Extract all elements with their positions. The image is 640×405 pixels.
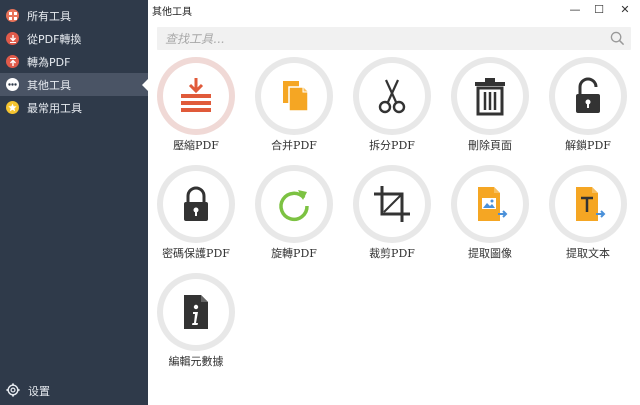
settings-button[interactable]: 设置 — [0, 379, 148, 401]
minimize-button[interactable]: — — [568, 2, 582, 16]
tool-circle-inner — [163, 171, 229, 237]
sidebar-item-label: 其他工具 — [27, 79, 71, 92]
settings-label: 设置 — [28, 385, 50, 398]
tool-delete-pages[interactable]: 刪除頁面 — [445, 57, 535, 157]
tool-circle-inner — [555, 63, 621, 129]
tool-label: 合并PDF — [271, 139, 317, 152]
sidebar-item-to-pdf[interactable]: 轉為PDF — [0, 50, 148, 73]
extract-text-icon — [576, 187, 606, 221]
tool-label: 壓縮PDF — [173, 139, 219, 152]
upload-icon — [6, 55, 19, 68]
sidebar-item-label: 轉為PDF — [27, 56, 71, 69]
grid-icon — [6, 9, 19, 22]
search-bar — [157, 27, 631, 50]
tool-circle-inner — [359, 171, 425, 237]
sidebar-item-label: 從PDF轉換 — [27, 33, 82, 46]
tool-merge-pdf[interactable]: 合并PDF — [249, 57, 339, 157]
trash-icon — [475, 78, 505, 116]
tool-circle-inner — [261, 171, 327, 237]
tool-label: 旋轉PDF — [271, 247, 317, 260]
tool-split-pdf[interactable]: 拆分PDF — [347, 57, 437, 157]
gear-icon — [6, 383, 20, 397]
title-bar: 其他工具 — ☐ ✕ — [148, 0, 640, 19]
sidebar-item-frequent-tools[interactable]: 最常用工具 — [0, 96, 148, 119]
window-title: 其他工具 — [152, 7, 192, 18]
tool-circle — [157, 273, 235, 351]
tool-extract-images[interactable]: 提取圖像 — [445, 165, 535, 265]
tool-unlock-pdf[interactable]: 解鎖PDF — [543, 57, 633, 157]
lock-icon — [184, 186, 208, 221]
tool-extract-text[interactable]: 提取文本 — [543, 165, 633, 265]
tool-circle — [353, 57, 431, 135]
search-input[interactable] — [165, 29, 595, 48]
tool-crop-pdf[interactable]: 裁剪PDF — [347, 165, 437, 265]
tool-circle — [157, 57, 235, 135]
sidebar-item-from-pdf[interactable]: 從PDF轉換 — [0, 27, 148, 50]
merge-icon — [283, 81, 309, 112]
unlock-icon — [576, 77, 600, 113]
tool-circle-inner — [261, 63, 327, 129]
tool-circle — [549, 165, 627, 243]
tool-label: 拆分PDF — [369, 139, 415, 152]
tool-label: 解鎖PDF — [565, 139, 611, 152]
metadata-icon — [184, 295, 208, 329]
maximize-button[interactable]: ☐ — [592, 2, 606, 16]
tool-compress-pdf[interactable]: 壓縮PDF — [151, 57, 241, 157]
close-button[interactable]: ✕ — [618, 2, 632, 16]
tool-circle — [255, 165, 333, 243]
tool-password-protect-pdf[interactable]: 密碼保護PDF — [151, 165, 241, 265]
crop-icon — [374, 186, 410, 222]
search-icon[interactable] — [610, 31, 625, 46]
main-panel: 其他工具 — ☐ ✕ 壓縮PDF — [148, 0, 640, 405]
tool-label: 編輯元數據 — [168, 355, 224, 368]
sidebar-item-all-tools[interactable]: 所有工具 — [0, 4, 148, 27]
tool-circle — [549, 57, 627, 135]
tool-circle — [255, 57, 333, 135]
sidebar-item-label: 所有工具 — [27, 10, 71, 23]
tool-circle-inner — [163, 279, 229, 345]
tool-edit-metadata[interactable]: 編輯元數據 — [151, 273, 241, 373]
tool-rotate-pdf[interactable]: 旋轉PDF — [249, 165, 339, 265]
download-icon — [6, 32, 19, 45]
more-icon — [6, 78, 19, 91]
tool-label: 提取圖像 — [468, 247, 512, 260]
tool-label: 提取文本 — [566, 247, 610, 260]
star-icon — [6, 101, 19, 114]
extract-image-icon — [478, 187, 508, 221]
tool-circle — [353, 165, 431, 243]
tool-circle — [451, 165, 529, 243]
tool-circle-inner — [457, 171, 523, 237]
tool-circle-inner — [555, 171, 621, 237]
compress-icon — [181, 78, 211, 112]
tool-label: 刪除頁面 — [468, 139, 512, 152]
tool-circle — [451, 57, 529, 135]
tool-circle-inner — [359, 63, 425, 129]
sidebar-item-other-tools[interactable]: 其他工具 — [0, 73, 148, 96]
tool-circle-inner — [457, 63, 523, 129]
tool-label: 裁剪PDF — [369, 247, 415, 260]
tool-circle — [157, 165, 235, 243]
scissors-icon — [378, 79, 406, 114]
rotate-icon — [279, 190, 309, 222]
sidebar: 所有工具 從PDF轉換 轉為PDF 其他工具 最常用工具 设置 — [0, 0, 148, 405]
tool-label: 密碼保護PDF — [162, 247, 230, 260]
tool-circle-inner — [163, 63, 229, 129]
sidebar-item-label: 最常用工具 — [27, 102, 82, 115]
